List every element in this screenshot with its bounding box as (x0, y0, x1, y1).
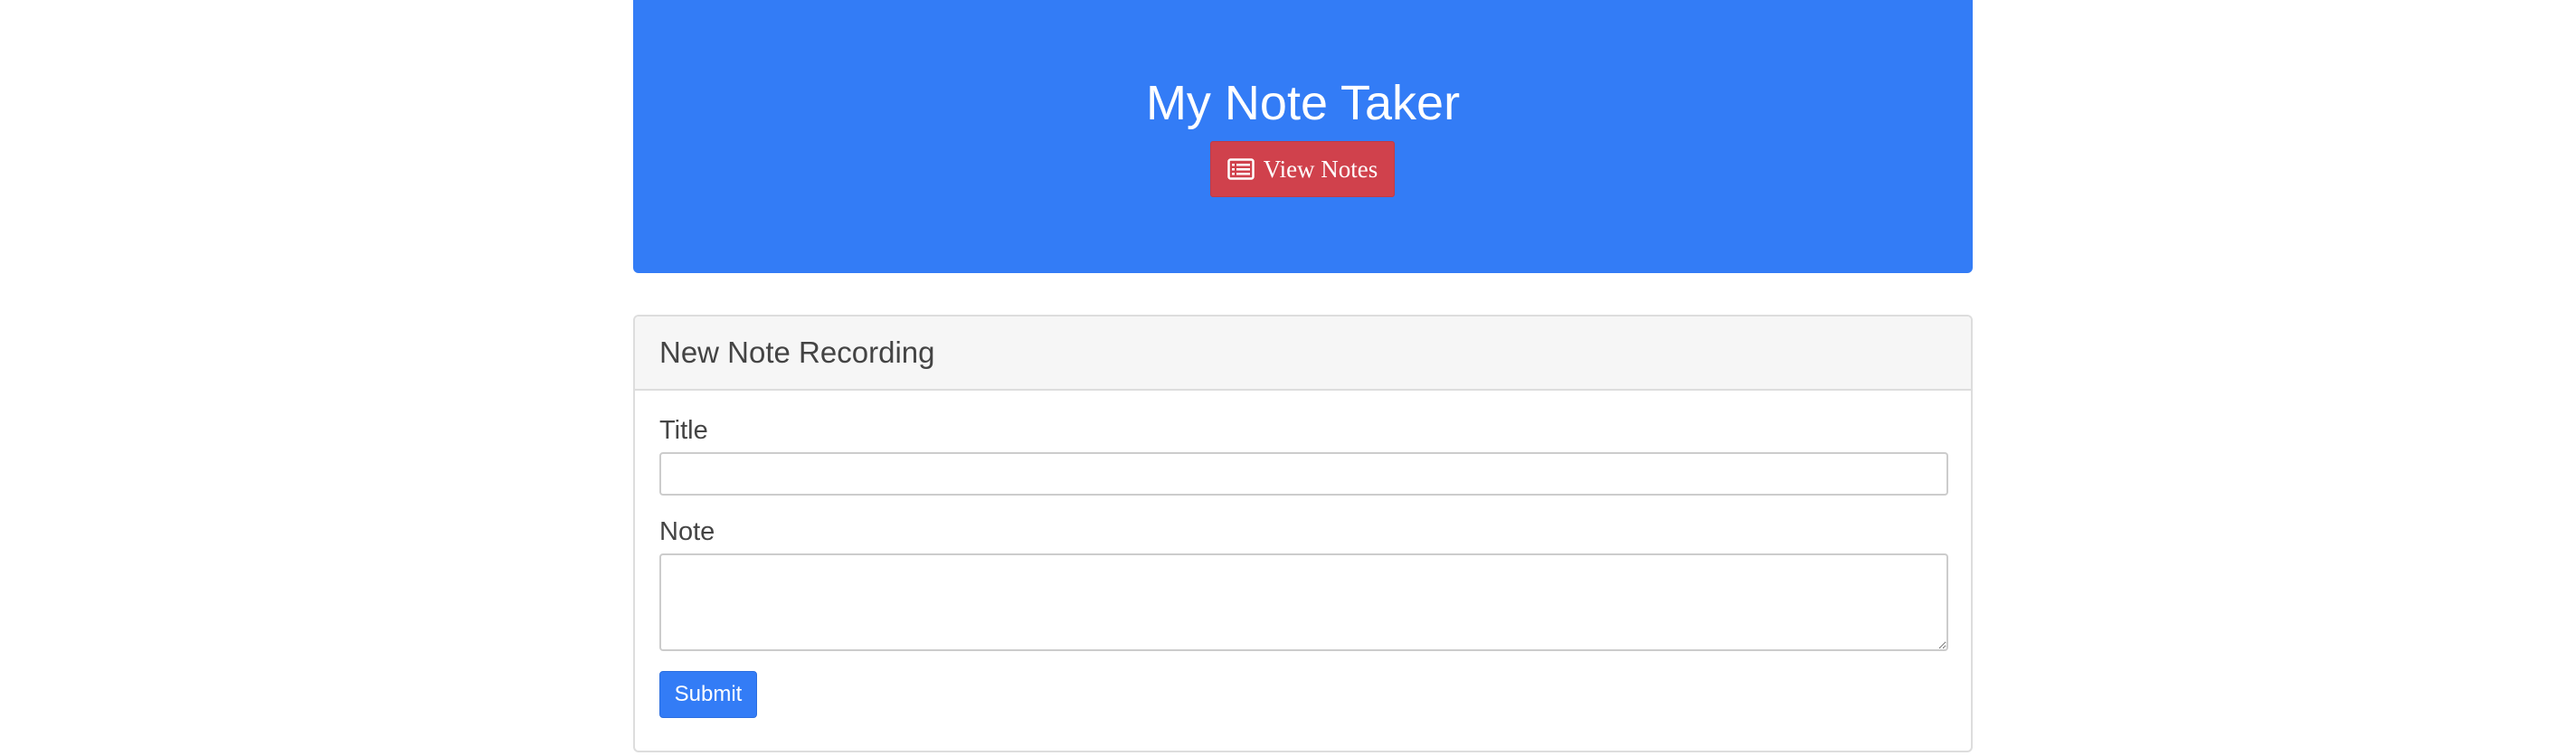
new-note-panel: New Note Recording Title Note Submit (633, 315, 1973, 752)
title-input[interactable] (659, 452, 1948, 496)
note-label: Note (659, 517, 715, 546)
panel-heading: New Note Recording (635, 317, 1971, 391)
view-notes-label: View Notes (1263, 155, 1378, 183)
view-notes-button[interactable]: View Notes (1210, 141, 1395, 197)
header-banner: My Note Taker View Notes (633, 0, 1973, 273)
page-title: My Note Taker (1145, 76, 1461, 130)
panel-title: New Note Recording (659, 335, 935, 369)
title-label: Title (659, 416, 708, 445)
submit-button[interactable]: Submit (659, 671, 757, 718)
note-textarea[interactable] (659, 553, 1948, 651)
list-alt-icon (1226, 158, 1255, 180)
